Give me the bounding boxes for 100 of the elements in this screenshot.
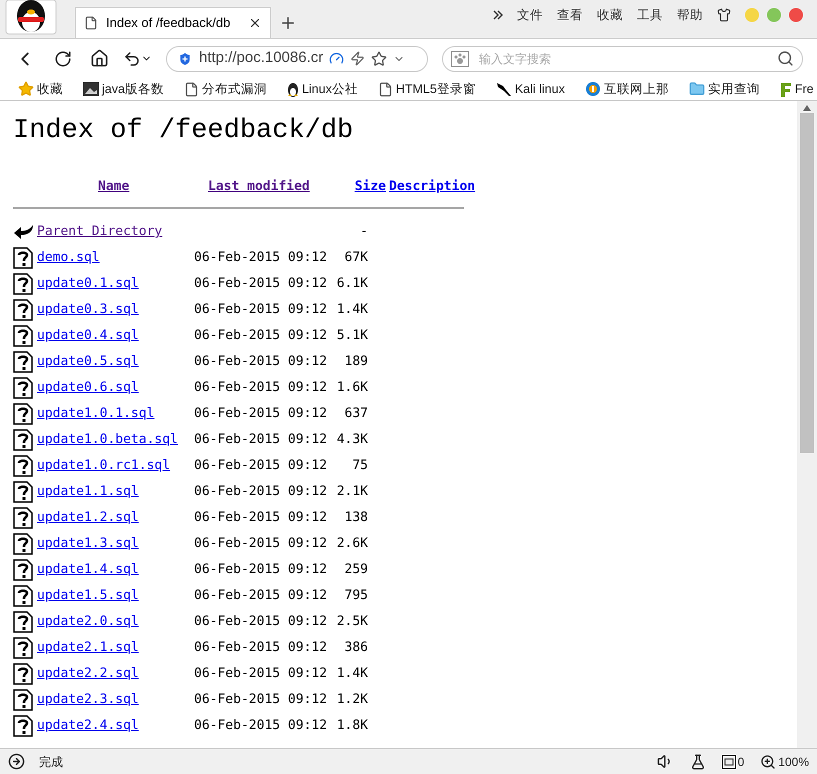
star-icon[interactable] <box>371 50 388 66</box>
file-link[interactable]: update2.4.sql <box>37 718 139 734</box>
unknown-file-icon <box>13 377 33 399</box>
unknown-file-icon <box>13 325 33 347</box>
bookmark-link[interactable]: java版各数 <box>102 80 164 98</box>
file-link[interactable]: update1.2.sql <box>37 510 139 526</box>
flask-icon[interactable] <box>690 754 706 770</box>
unknown-file-icon <box>13 247 33 269</box>
menu-item[interactable]: 收藏 <box>597 6 623 25</box>
file-link[interactable]: update0.5.sql <box>37 354 139 370</box>
file-link[interactable]: update1.0.rc1.sql <box>37 458 170 474</box>
file-link[interactable]: update2.0.sql <box>37 614 139 630</box>
shield-icon <box>177 50 193 66</box>
unknown-file-icon <box>13 481 33 503</box>
column-header-link[interactable]: Last modified <box>208 179 310 194</box>
star-icon <box>18 81 34 97</box>
date-cell: 06-Feb-2015 09:12 <box>194 718 328 734</box>
speed-icon <box>329 51 344 66</box>
size-cell: 189 <box>344 354 368 370</box>
file-link[interactable]: update0.4.sql <box>37 328 139 344</box>
file-link[interactable]: update2.2.sql <box>37 666 139 682</box>
date-cell: 06-Feb-2015 09:12 <box>194 354 328 370</box>
search-field[interactable]: 输入文字搜索 <box>479 50 767 68</box>
search-icon[interactable] <box>777 50 794 67</box>
file-link[interactable]: update1.0.1.sql <box>37 406 154 422</box>
bookmark-link[interactable]: Linux公社 <box>302 80 358 98</box>
paw-icon <box>451 50 469 66</box>
size-cell: 2.6K <box>336 536 368 552</box>
file-link[interactable]: update2.3.sql <box>37 692 139 708</box>
unknown-file-icon <box>13 715 33 737</box>
bookmark-link[interactable]: 互联网上那 <box>604 80 669 98</box>
unknown-file-icon <box>13 273 33 295</box>
page-heading: Index of /feedback/db <box>13 115 354 148</box>
file-link[interactable]: update0.1.sql <box>37 276 139 292</box>
double-chevron-icon[interactable] <box>493 10 503 20</box>
penguin-icon <box>286 82 299 96</box>
date-cell: 06-Feb-2015 09:12 <box>194 692 328 708</box>
file-link[interactable]: update1.0.beta.sql <box>37 432 178 448</box>
unknown-file-icon <box>13 299 33 321</box>
date-cell: 06-Feb-2015 09:12 <box>194 510 328 526</box>
file-link[interactable]: update0.3.sql <box>37 302 139 318</box>
size-cell: 138 <box>344 510 368 526</box>
column-header-link[interactable]: Description <box>389 179 476 194</box>
size-cell: 259 <box>344 562 368 578</box>
unknown-file-icon <box>13 455 33 477</box>
size-cell: 6.1K <box>336 276 368 292</box>
bookmark-link[interactable]: 收藏 <box>37 80 63 98</box>
file-link[interactable]: update1.1.sql <box>37 484 139 500</box>
unknown-file-icon <box>13 429 33 451</box>
zoom-icon[interactable] <box>760 754 776 770</box>
zoom-level: 100% <box>778 754 809 770</box>
scroll-up-icon[interactable] <box>803 105 811 111</box>
size-cell: 795 <box>344 588 368 604</box>
date-cell: 06-Feb-2015 09:12 <box>194 276 328 292</box>
file-link[interactable]: update1.4.sql <box>37 562 139 578</box>
bookmark-link[interactable]: Fre <box>794 80 814 98</box>
close-icon[interactable] <box>248 16 262 30</box>
size-cell: 5.1K <box>336 328 368 344</box>
reload-icon[interactable] <box>54 50 72 68</box>
date-cell: 06-Feb-2015 09:12 <box>194 250 328 266</box>
unknown-file-icon <box>13 533 33 555</box>
date-cell: 06-Feb-2015 09:12 <box>194 666 328 682</box>
browser-tab[interactable]: Index of /feedback/db <box>75 7 271 38</box>
page-icon <box>184 82 199 96</box>
home-icon[interactable] <box>90 49 109 68</box>
date-cell: 06-Feb-2015 09:12 <box>194 432 328 448</box>
menu-item[interactable]: 帮助 <box>677 6 703 25</box>
column-header-link[interactable]: Name <box>98 179 130 194</box>
close-button[interactable] <box>789 8 803 22</box>
new-tab-icon[interactable] <box>279 14 297 32</box>
menu-item[interactable]: 文件 <box>517 6 543 25</box>
arrow-circle-icon[interactable] <box>8 753 25 770</box>
menu-item[interactable]: 工具 <box>637 6 663 25</box>
file-link[interactable]: update2.1.sql <box>37 640 139 656</box>
search-bar[interactable]: 输入文字搜索 <box>442 46 803 72</box>
file-link[interactable]: update1.5.sql <box>37 588 139 604</box>
bookmark-link[interactable]: 分布式漏洞 <box>202 80 267 98</box>
unknown-file-icon <box>13 637 33 659</box>
date-cell: 06-Feb-2015 09:12 <box>194 536 328 552</box>
menu-item[interactable]: 查看 <box>557 6 583 25</box>
size-cell: 637 <box>344 406 368 422</box>
unknown-file-icon <box>13 403 33 425</box>
status-text: 完成 <box>39 754 63 770</box>
scrollbar-thumb[interactable] <box>800 113 814 453</box>
size-cell: 2.1K <box>336 484 368 500</box>
unknown-file-icon <box>13 585 33 607</box>
file-link[interactable]: update1.3.sql <box>37 536 139 552</box>
file-link[interactable]: Parent Directory <box>37 224 162 240</box>
file-link[interactable]: update0.6.sql <box>37 380 139 396</box>
bookmark-link[interactable]: HTML5登录窗 <box>396 80 476 98</box>
url-text: http://poc.10086.cr <box>199 48 324 68</box>
date-cell: 06-Feb-2015 09:12 <box>194 484 328 500</box>
unknown-file-icon <box>13 559 33 581</box>
undo-icon[interactable] <box>123 50 141 68</box>
file-link[interactable]: demo.sql <box>37 250 100 266</box>
column-header-link[interactable]: Size <box>354 179 386 194</box>
size-cell: 1.4K <box>336 666 368 682</box>
address-bar[interactable]: http://poc.10086.cr <box>166 46 428 72</box>
bookmark-link[interactable]: 实用查询 <box>708 80 760 98</box>
bookmark-link[interactable]: Kali linux <box>514 80 565 98</box>
